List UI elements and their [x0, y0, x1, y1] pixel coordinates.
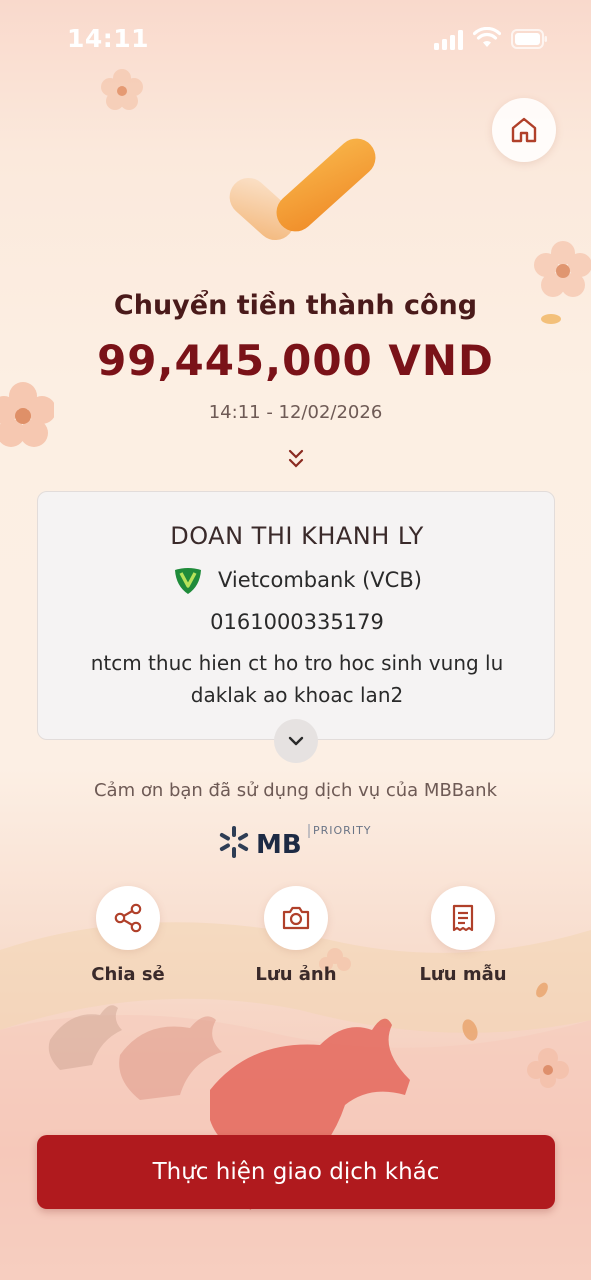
transfer-amount: 99,445,000 VND [97, 336, 494, 385]
signal-icon [434, 30, 463, 50]
save-image-action[interactable]: Lưu ảnh [236, 886, 356, 985]
blossom-decoration [101, 69, 143, 110]
camera-icon [282, 906, 310, 930]
save-image-label: Lưu ảnh [255, 964, 337, 985]
save-template-label: Lưu mẫu [419, 964, 507, 985]
recipient-card: DOAN THI KHANH LY Vietcombank (VCB) 0161… [37, 491, 555, 740]
chevron-down-icon [288, 736, 304, 746]
recipient-name: DOAN THI KHANH LY [170, 522, 424, 550]
bank-name: Vietcombank (VCB) [218, 568, 422, 592]
share-icon [114, 903, 142, 933]
receipt-icon [452, 904, 474, 932]
transfer-datetime: 14:11 - 12/02/2026 [208, 402, 383, 423]
transfer-description: ntcm thuc hien ct ho tro hoc sinh vung l… [90, 651, 504, 707]
share-action[interactable]: Chia sẻ [68, 886, 188, 985]
save-template-button[interactable] [431, 886, 495, 950]
bank-row: Vietcombank (VCB) [38, 564, 556, 596]
battery-icon [511, 29, 547, 49]
priority-tier-text: PRIORITY [313, 824, 372, 837]
status-time: 14:11 [67, 24, 150, 53]
mb-priority-logo: MB PRIORITY [219, 824, 372, 860]
double-chevron-down-icon [288, 449, 304, 468]
save-template-action[interactable]: Lưu mẫu [403, 886, 523, 985]
new-transaction-button[interactable]: Thực hiện giao dịch khác [37, 1135, 555, 1209]
home-icon [511, 117, 537, 143]
success-check-icon [229, 138, 376, 241]
vietcombank-logo-icon [175, 568, 202, 594]
account-number: 0161000335179 [210, 610, 384, 634]
result-title: Chuyển tiền thành công [113, 290, 478, 321]
share-button[interactable] [96, 886, 160, 950]
wifi-icon [473, 27, 501, 47]
thank-you-note: Cảm ơn bạn đã sử dụng dịch vụ của MBBank [93, 780, 498, 801]
home-button[interactable] [492, 98, 556, 162]
save-image-button[interactable] [264, 886, 328, 950]
expand-details-button[interactable] [274, 719, 318, 763]
share-label: Chia sẻ [91, 964, 165, 985]
mb-logo-text: MB [256, 830, 302, 860]
status-bar: 14:11 [0, 0, 591, 80]
